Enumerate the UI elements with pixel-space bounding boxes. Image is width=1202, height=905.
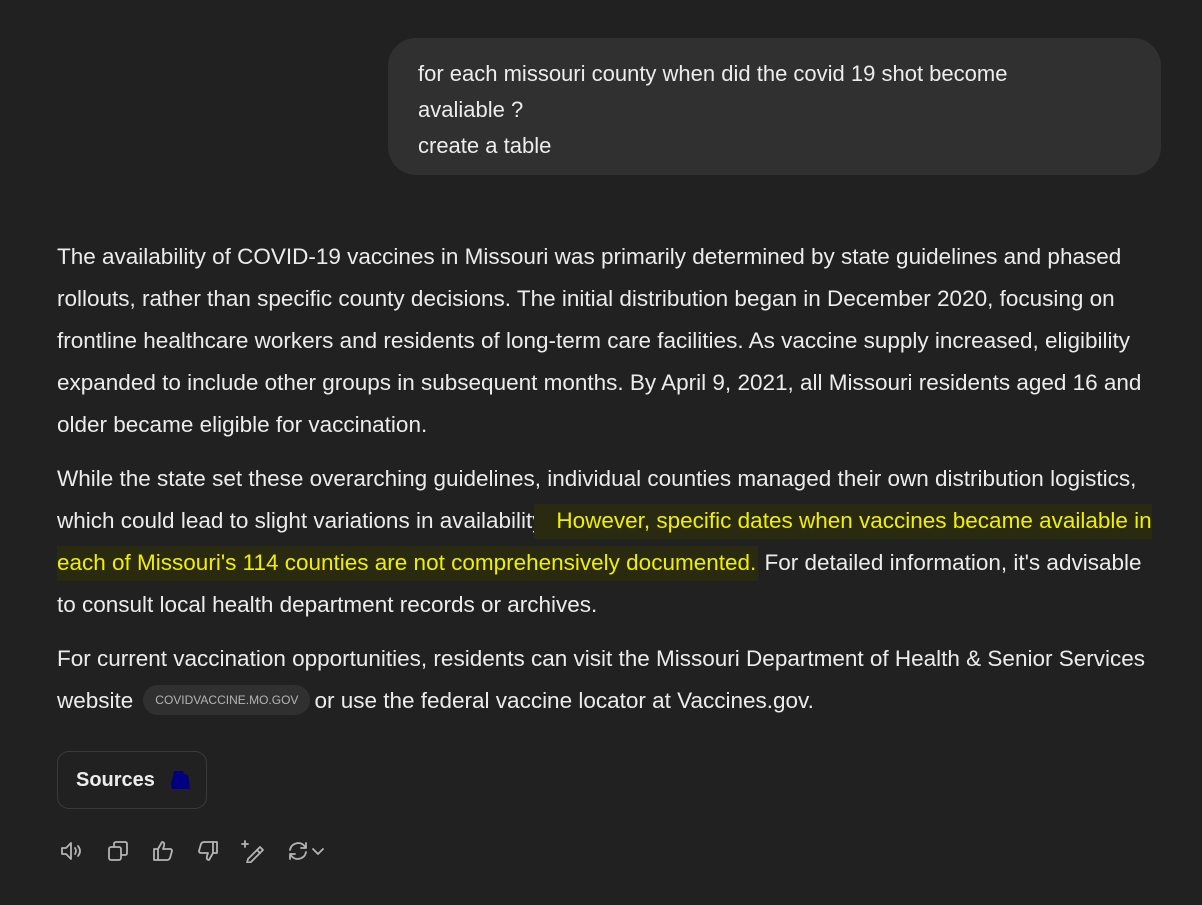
message-actions xyxy=(58,836,344,866)
user-message-line: for each missouri county when did the co… xyxy=(418,61,1008,86)
response-paragraph-1: The availability of COVID-19 vaccines in… xyxy=(57,244,1142,437)
edit-canvas-button[interactable] xyxy=(238,836,268,866)
sources-button[interactable]: Sources xyxy=(57,751,207,809)
response-paragraph-3: For current vaccination opportunities, r… xyxy=(57,638,1157,722)
user-message-line: avaliable ? xyxy=(418,97,524,122)
response-paragraph-2: While the state set these overarching gu… xyxy=(57,458,1157,626)
read-aloud-button[interactable] xyxy=(58,836,88,866)
thumbs-down-button[interactable] xyxy=(193,836,223,866)
read-aloud-icon xyxy=(59,839,87,863)
thumbs-up-button[interactable] xyxy=(148,836,178,866)
paragraph-text: or use the federal vaccine locator at Va… xyxy=(314,688,814,713)
source-favicon-icon xyxy=(169,769,191,791)
chevron-down-icon xyxy=(310,843,326,859)
thumbs-up-icon xyxy=(151,839,175,863)
copy-icon xyxy=(106,839,130,863)
edit-canvas-icon xyxy=(240,839,266,863)
regenerate-button[interactable] xyxy=(283,836,329,866)
thumbs-down-icon xyxy=(196,839,220,863)
regenerate-icon xyxy=(286,839,310,863)
user-message-bubble: for each missouri county when did the co… xyxy=(388,38,1161,175)
chat-page: for each missouri county when did the co… xyxy=(0,0,1202,905)
sources-label: Sources xyxy=(76,768,155,791)
copy-button[interactable] xyxy=(103,836,133,866)
user-message-line: create a table xyxy=(418,133,552,158)
assistant-response: The availability of COVID-19 vaccines in… xyxy=(57,236,1157,734)
citation-chip[interactable]: COVIDVACCINE.MO.GOV xyxy=(143,685,311,716)
